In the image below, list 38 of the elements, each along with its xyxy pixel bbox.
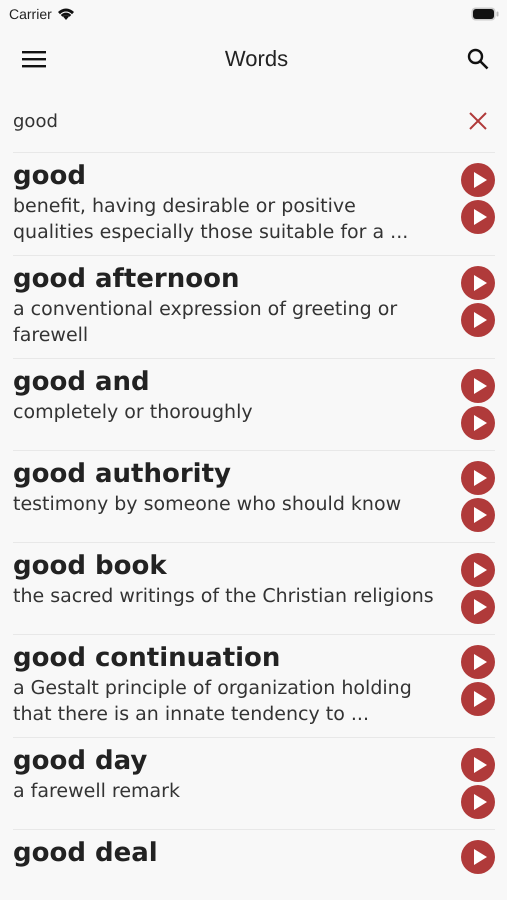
word-title[interactable]: good authority [13,457,438,491]
word-title[interactable]: good [13,159,438,193]
word-definition: the sacred writings of the Christian religions [13,584,435,609]
word-title[interactable]: good afternoon [13,262,438,296]
wifi-icon [56,7,75,21]
play-button[interactable] [461,303,495,337]
word-definition: completely or thoroughly [13,400,254,425]
word-title[interactable]: good continuation [13,641,438,675]
play-button[interactable] [461,785,495,819]
play-button[interactable] [461,840,495,874]
screen-title: Words [224,46,288,72]
play-button[interactable] [461,406,495,440]
battery-icon [471,7,499,21]
play-button[interactable] [461,682,495,716]
carrier-label: Carrier [9,6,52,22]
play-button[interactable] [461,498,495,532]
play-button[interactable] [461,200,495,234]
search-icon[interactable] [466,48,489,70]
word-definition: a conventional expression of greeting or farewell [13,297,398,348]
word-title[interactable]: good day [13,744,438,778]
word-definition: testimony by someone who should know [13,492,402,517]
close-icon[interactable] [469,112,487,130]
word-definition: a Gestalt principle of organization holding that there is an innate tendency to ... [13,676,413,727]
search-field[interactable]: good [13,110,313,132]
menu-icon[interactable] [22,50,46,68]
word-definition: a farewell remark [13,779,181,804]
play-button[interactable] [461,553,495,587]
word-definition: benefit, having desirable or positive qualities especially those suitable for a ... [13,194,410,245]
play-button[interactable] [461,590,495,624]
play-button[interactable] [461,163,495,197]
play-button[interactable] [461,645,495,679]
play-button[interactable] [461,266,495,300]
play-button[interactable] [461,748,495,782]
word-title[interactable]: good book [13,549,438,583]
word-title[interactable]: good and [13,365,438,399]
word-title[interactable]: good deal [13,836,438,870]
play-button[interactable] [461,461,495,495]
play-button[interactable] [461,369,495,403]
